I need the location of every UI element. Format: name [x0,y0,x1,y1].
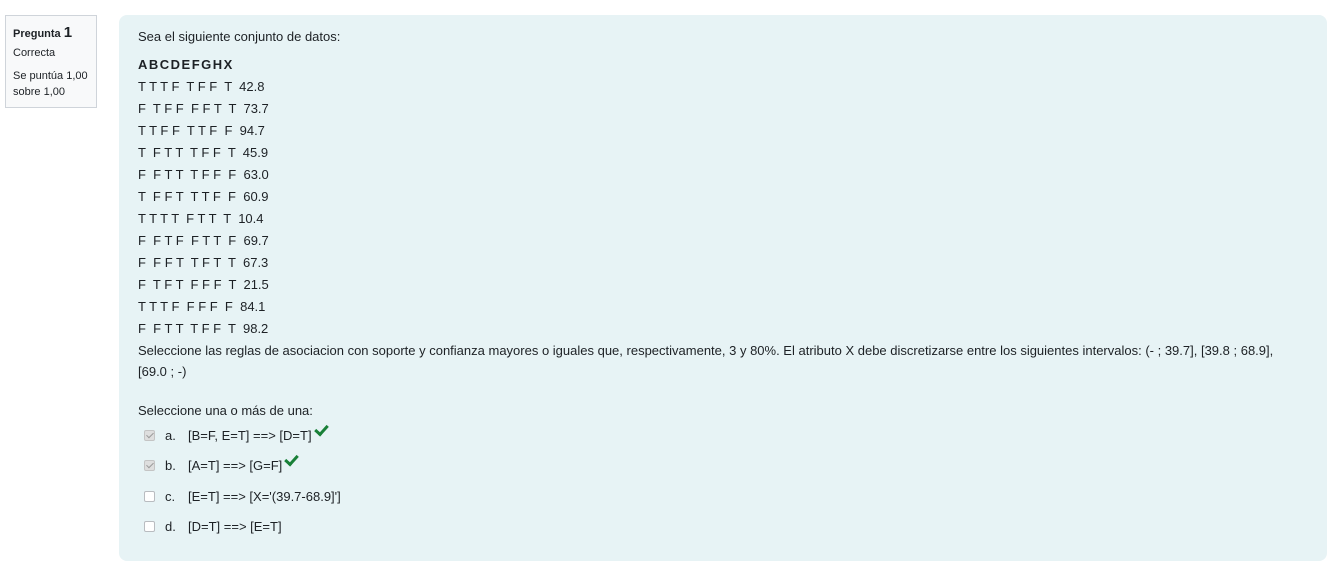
check-icon [284,451,300,467]
answer-prompt: Seleccione una o más de una: [138,403,313,418]
answer-letter: a. [165,428,176,443]
question-instructions: Seleccione las reglas de asociacion con … [138,343,1274,379]
question-state: Correcta [13,47,56,59]
answer-text-wrap: [A=T] ==> [G=F] [188,451,300,475]
dataset-row: F F T F F T T F 69.7 [138,233,269,248]
dataset-row: T T T F T F F T 42.8 [138,79,265,94]
dataset-header: ABCDEFGHX [138,57,234,72]
dataset-row: F F T T T F F F 63.0 [138,167,269,182]
answer-letter: b. [165,458,176,473]
answer-letter: c. [165,489,176,504]
answer-checkbox-a[interactable] [144,430,155,441]
answer-checkbox-c[interactable] [144,491,155,502]
question-grade: Se puntúa 1,00 sobre 1,00 [13,68,96,100]
dataset-row: F F T T T F F T 98.2 [138,321,269,336]
answer-text: [E=T] ==> [X='(39.7-68.9]'] [188,489,341,504]
answer-text-wrap: [B=F, E=T] ==> [D=T] [188,421,329,445]
answer-checkbox-d[interactable] [144,521,155,532]
dataset-row: T T F F T T F F 94.7 [138,123,265,138]
answer-text: [B=F, E=T] ==> [D=T] [188,428,312,443]
dataset-row: T F F T T T F F 60.9 [138,189,269,204]
answer-text: [D=T] ==> [E=T] [188,519,282,534]
dataset-row: F T F F F F T T 73.7 [138,101,269,116]
question-info-box: Pregunta 1 Correcta Se puntúa 1,00 sobre… [5,15,97,108]
answer-text: [A=T] ==> [G=F] [188,458,283,473]
question-number-value: 1 [63,24,73,41]
dataset-row: F T F T F F F T 21.5 [138,277,269,292]
grade-line-2: sobre 1,00 [13,86,65,98]
dataset-row: T F T T T F F T 45.9 [138,145,269,160]
check-icon [313,421,329,437]
question-label: Pregunta [13,28,61,40]
question-intro: Sea el siguiente conjunto de datos: [138,29,341,44]
dataset-row: T T T T F T T T 10.4 [138,211,264,226]
question-content-panel: Sea el siguiente conjunto de datos: ABCD… [119,15,1327,561]
grade-line-1: Se puntúa 1,00 [13,70,88,82]
dataset-row: T T T F F F F F 84.1 [138,299,266,314]
question-number: Pregunta 1 [13,24,96,43]
answer-letter: d. [165,519,176,534]
dataset-row: F F F T T F T T 67.3 [138,255,269,270]
answer-checkbox-b[interactable] [144,460,155,471]
